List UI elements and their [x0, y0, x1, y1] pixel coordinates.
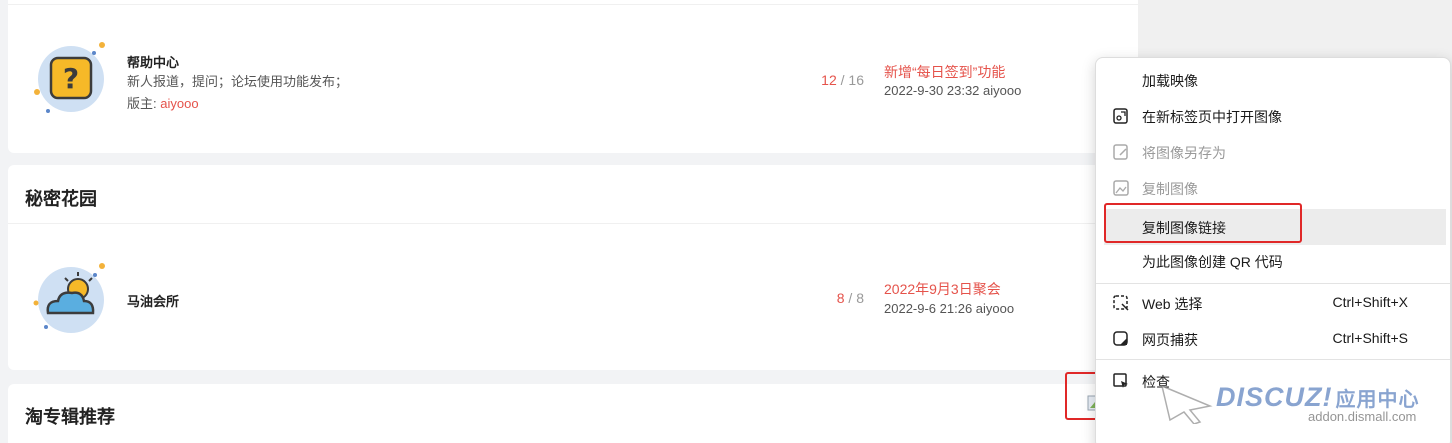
menu-item-save-image-as[interactable]: 将图像另存为	[1096, 134, 1450, 170]
moderator-line: 版主: aiyooo	[127, 93, 199, 112]
section-title[interactable]: 秘密花园	[25, 185, 97, 211]
post-count: 16	[848, 72, 864, 88]
menu-item-label: 复制图像	[1142, 181, 1198, 197]
thread-count: 12	[821, 72, 837, 88]
last-post-meta: 2022-9-6 21:26 aiyooo	[884, 301, 1015, 316]
forum-name-link[interactable]: 帮助中心	[127, 52, 179, 71]
last-post-title-link[interactable]: 2022年9月3日聚会	[884, 279, 1001, 299]
menu-item-copy-image[interactable]: 复制图像	[1096, 170, 1450, 206]
watermark-brand-text: DISCUZ!	[1216, 382, 1333, 412]
menu-item-load-image[interactable]: 加载映像	[1096, 62, 1450, 98]
forum-card-help-center: ? 帮助中心 新人报道，提问；论坛使用功能发布； 版主: aiyooo 12 /…	[8, 0, 1138, 153]
section-divider	[8, 223, 1138, 224]
menu-item-shortcut: Ctrl+Shift+X	[1332, 294, 1408, 310]
last-post-title-link[interactable]: 新增“每日签到”功能	[884, 62, 1005, 82]
save-image-icon	[1113, 144, 1128, 160]
post-count: 8	[856, 290, 864, 306]
discuz-watermark: DISCUZ! 应用中心 addon.dismall.com	[1160, 380, 1450, 440]
menu-item-open-image-new-tab[interactable]: 在新标签页中打开图像	[1096, 98, 1450, 134]
menu-item-create-qr-code[interactable]: 为此图像创建 QR 代码	[1096, 243, 1450, 279]
web-select-icon	[1113, 295, 1129, 311]
watermark-brand-cn: 应用中心	[1335, 389, 1420, 411]
thread-count: 8	[836, 290, 845, 306]
menu-item-label: Web 选择	[1142, 296, 1203, 312]
menu-item-label: 为此图像创建 QR 代码	[1142, 254, 1283, 270]
section-card-featured: 淘专辑推荐	[8, 384, 1138, 443]
thread-post-counts: 8 / 8	[784, 290, 864, 306]
open-in-new-tab-icon	[1113, 108, 1128, 124]
highlight-box-menu-item	[1104, 203, 1302, 243]
menu-item-label: 在新标签页中打开图像	[1142, 109, 1282, 125]
menu-item-web-capture[interactable]: 网页捕获 Ctrl+Shift+S	[1096, 321, 1450, 357]
card-top-divider	[8, 4, 1138, 5]
thread-post-counts: 12 / 16	[784, 72, 864, 88]
last-post-meta: 2022-9-30 23:32 aiyooo	[884, 83, 1022, 98]
menu-separator	[1096, 359, 1450, 360]
section-title[interactable]: 淘专辑推荐	[25, 403, 115, 429]
moderator-label: 版主:	[127, 96, 161, 111]
forum-name-link[interactable]: 马油会所	[127, 291, 179, 310]
menu-item-web-select[interactable]: Web 选择 Ctrl+Shift+X	[1096, 285, 1450, 321]
section-card-secret-garden: 秘密花园 马油会所 8 / 8 2022年9月3日聚会 2022-9-6 21:…	[8, 165, 1138, 370]
menu-item-label: 加载映像	[1142, 73, 1198, 89]
menu-item-shortcut: Ctrl+Shift+S	[1332, 330, 1408, 346]
count-separator: /	[844, 290, 857, 306]
svg-text:?: ?	[63, 62, 79, 95]
weather-cloud-icon[interactable]	[32, 261, 110, 339]
menu-item-label: 网页捕获	[1142, 332, 1198, 348]
count-separator: /	[836, 72, 849, 88]
menu-item-label: 将图像另存为	[1142, 145, 1226, 161]
help-question-icon[interactable]: ?	[32, 40, 110, 118]
cursor-arrow-icon	[1160, 384, 1213, 424]
menu-separator	[1096, 283, 1450, 284]
forum-description: 新人报道，提问；论坛使用功能发布；	[127, 74, 349, 89]
web-capture-icon	[1113, 331, 1128, 346]
copy-image-icon	[1113, 180, 1129, 196]
inspect-icon	[1113, 373, 1128, 388]
moderator-link[interactable]: aiyooo	[160, 96, 198, 111]
watermark-url: addon.dismall.com	[1308, 409, 1417, 424]
